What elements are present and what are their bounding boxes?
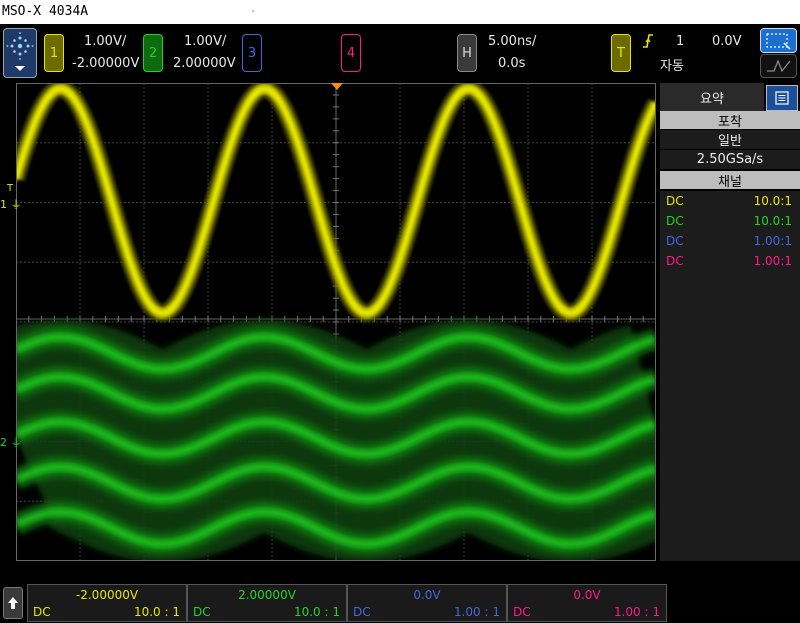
trigger-button[interactable]: T <box>611 34 631 72</box>
channel-row: DC 10.0:1 <box>660 211 800 231</box>
zoom-select-button[interactable] <box>760 28 797 53</box>
ch2-status-probe: 10.0 : 1 <box>293 605 340 619</box>
trigger-source: 1 <box>676 34 685 49</box>
acquisition-header-label: 포착 <box>718 114 742 130</box>
graticule <box>16 83 656 561</box>
ch3-button[interactable]: 3 <box>242 34 262 72</box>
waveform-display[interactable] <box>16 83 656 561</box>
horizontal-key: H <box>462 45 472 61</box>
window-title: MSO-X 4034A <box>2 4 89 19</box>
trigger-mode: 자동 <box>660 59 684 74</box>
ch2-offset: 2.00000V <box>173 56 236 71</box>
ch1-status-probe: 10.0 : 1 <box>133 605 180 619</box>
horizontal-button[interactable]: H <box>457 34 477 72</box>
ch1-scale: 1.00V/ <box>84 34 127 49</box>
trigger-level: 0.0V <box>712 34 742 49</box>
ch4-coupling: DC <box>666 254 684 268</box>
ch3-status-offset: 0.0V <box>413 588 441 602</box>
ch1-ground-marker[interactable]: 1 ⏚ <box>0 196 22 212</box>
channel-row: DC 10.0:1 <box>660 191 800 211</box>
ch2-ground-label: 2 <box>0 436 7 449</box>
ch1-probe: 10.0:1 <box>753 194 792 208</box>
info-sidebar: 요약 포착 일반 2.50GSa/s 채널 DC 10.0:1 DC 10.0:… <box>660 83 800 561</box>
ch1-button[interactable]: 1 <box>44 34 64 72</box>
sample-rate: 2.50GSa/s <box>660 150 800 169</box>
trigger-level-marker: T <box>7 183 14 194</box>
ch3-coupling: DC <box>666 234 684 248</box>
edge-mode-button[interactable] <box>760 54 797 78</box>
time-delay: 0.0s <box>498 56 526 71</box>
ch2-probe: 10.0:1 <box>753 214 792 228</box>
ch4-status-coupling: DC <box>513 605 531 619</box>
ch4-number: 4 <box>346 45 356 61</box>
ch1-status-offset: -2.00000V <box>75 588 139 602</box>
ch3-status-cell[interactable]: 0.0V DC 1.00 : 1 <box>347 584 507 622</box>
ch2-number: 2 <box>148 45 158 61</box>
channel-row: DC 1.00:1 <box>660 231 800 251</box>
list-icon <box>775 91 789 105</box>
ch1-status-cell[interactable]: -2.00000V DC 10.0 : 1 <box>27 584 187 622</box>
time-scale: 5.00ns/ <box>488 34 537 49</box>
ch4-status-cell[interactable]: 0.0V DC 1.00 : 1 <box>507 584 667 622</box>
control-bar: 1 1.00V/ -2.00000V 2 1.00V/ 2.00000V 3 4… <box>0 24 800 82</box>
arrow-up-icon <box>8 597 18 609</box>
ch1-status-coupling: DC <box>33 605 51 619</box>
ground-icon: ⏚ <box>10 198 22 211</box>
ch2-scale: 1.00V/ <box>184 34 227 49</box>
acquisition-header: 포착 <box>660 111 800 130</box>
window-title-bar: MSO-X 4034A ˙ <box>0 0 800 24</box>
sidebar-empty-area <box>660 271 800 561</box>
ch2-status-coupling: DC <box>193 605 211 619</box>
tab-list[interactable] <box>766 85 798 111</box>
ch1-number: 1 <box>49 45 59 61</box>
ground-icon: ⏚ <box>10 436 22 449</box>
channel-status-bar: -2.00000V DC 10.0 : 1 2.00000V DC 10.0 :… <box>0 583 800 623</box>
ch2-coupling: DC <box>666 214 684 228</box>
acquisition-mode: 일반 <box>660 130 800 149</box>
ch2-ground-marker[interactable]: 2 ⏚ <box>0 434 22 450</box>
tab-summary-label: 요약 <box>700 91 724 107</box>
ch3-status-probe: 1.00 : 1 <box>453 605 500 619</box>
rising-edge-icon <box>643 34 653 48</box>
ch3-number: 3 <box>247 45 257 61</box>
ch2-button[interactable]: 2 <box>143 34 163 72</box>
ch3-status-coupling: DC <box>353 605 371 619</box>
ch3-probe: 1.00:1 <box>753 234 792 248</box>
ch4-status-probe: 1.00 : 1 <box>613 605 660 619</box>
ch4-status-offset: 0.0V <box>573 588 601 602</box>
ch4-probe: 1.00:1 <box>753 254 792 268</box>
scroll-up-button[interactable] <box>3 587 23 619</box>
ch1-offset: -2.00000V <box>72 56 140 71</box>
ch1-ground-label: 1 <box>0 198 7 211</box>
channel-row: DC 1.00:1 <box>660 251 800 271</box>
sample-rate-label: 2.50GSa/s <box>696 152 764 167</box>
ch4-button[interactable]: 4 <box>341 34 361 72</box>
trigger-position-marker[interactable] <box>331 83 343 91</box>
ch2-status-offset: 2.00000V <box>238 588 296 602</box>
menu-button[interactable] <box>3 28 37 78</box>
tab-summary[interactable]: 요약 <box>660 83 764 112</box>
keysight-logo-icon <box>6 32 34 71</box>
waveform-edge-icon <box>766 59 791 73</box>
ch1-coupling: DC <box>666 194 684 208</box>
ch2-status-cell[interactable]: 2.00000V DC 10.0 : 1 <box>187 584 347 622</box>
acquisition-mode-label: 일반 <box>718 134 742 149</box>
channel-header: 채널 <box>660 171 800 190</box>
zoom-box-icon <box>765 32 791 50</box>
channel-header-label: 채널 <box>718 174 742 190</box>
trigger-key: T <box>617 45 625 61</box>
